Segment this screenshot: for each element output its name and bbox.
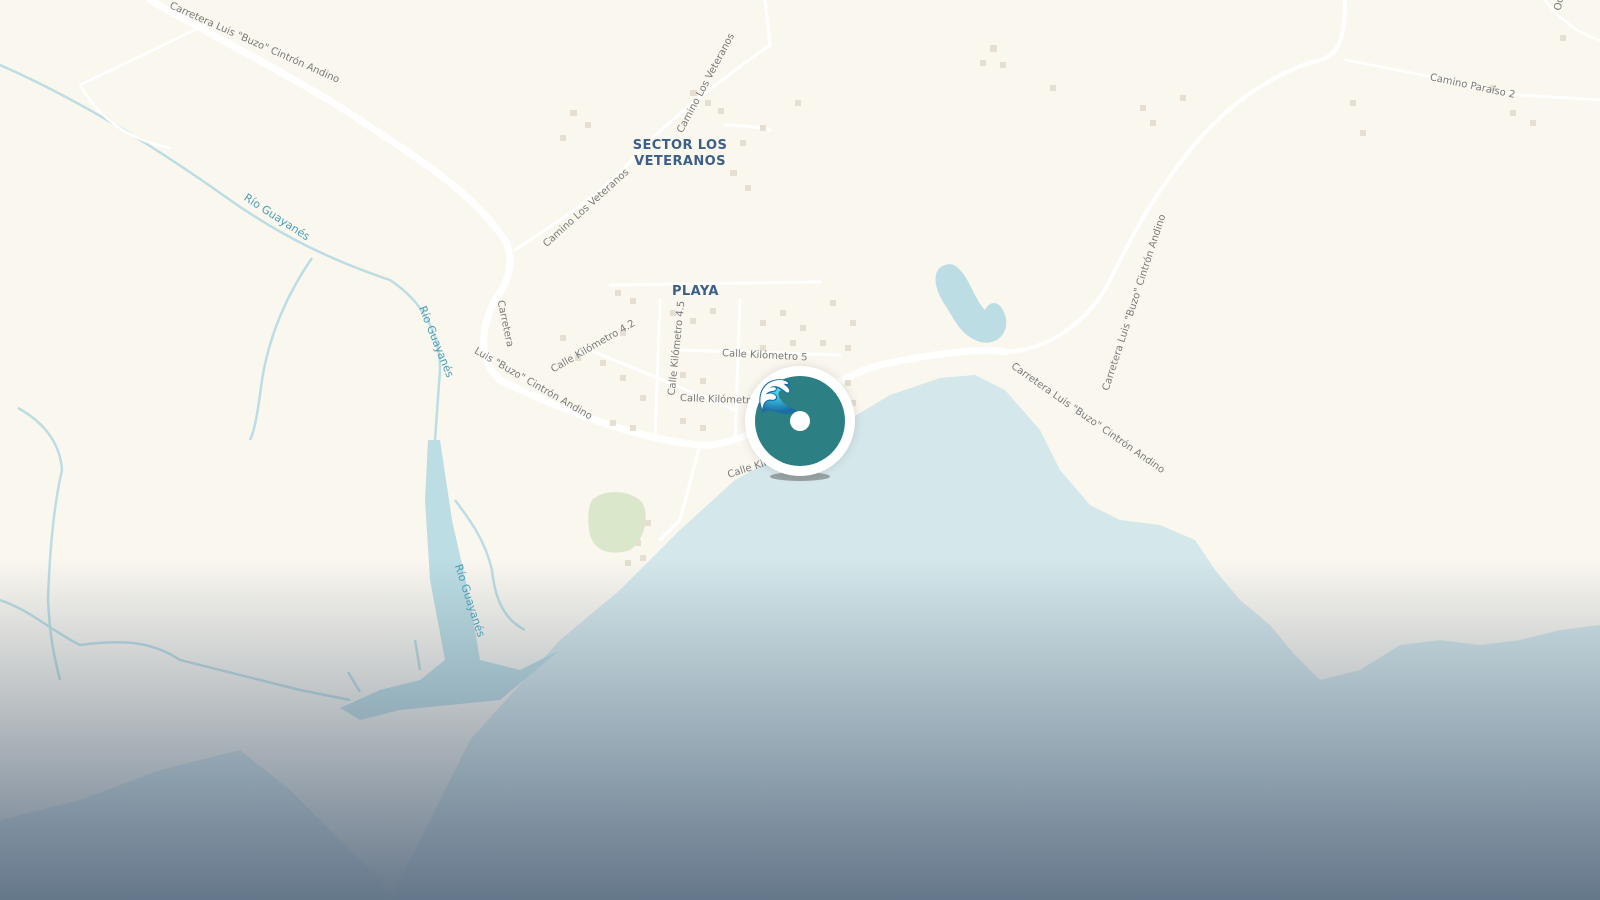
- wave-icon: 🌊: [757, 377, 800, 417]
- map-view[interactable]: SECTOR LOS VETERANOS PLAYA Carretera Lui…: [0, 0, 1600, 900]
- place-label-sector-los-veteranos: SECTOR LOS VETERANOS: [625, 138, 735, 170]
- place-label-sector-text: SECTOR LOS VETERANOS: [632, 138, 728, 169]
- place-label-playa: PLAYA: [672, 284, 719, 299]
- marker-center-dot: [790, 411, 810, 431]
- location-marker[interactable]: 🌊: [745, 366, 855, 481]
